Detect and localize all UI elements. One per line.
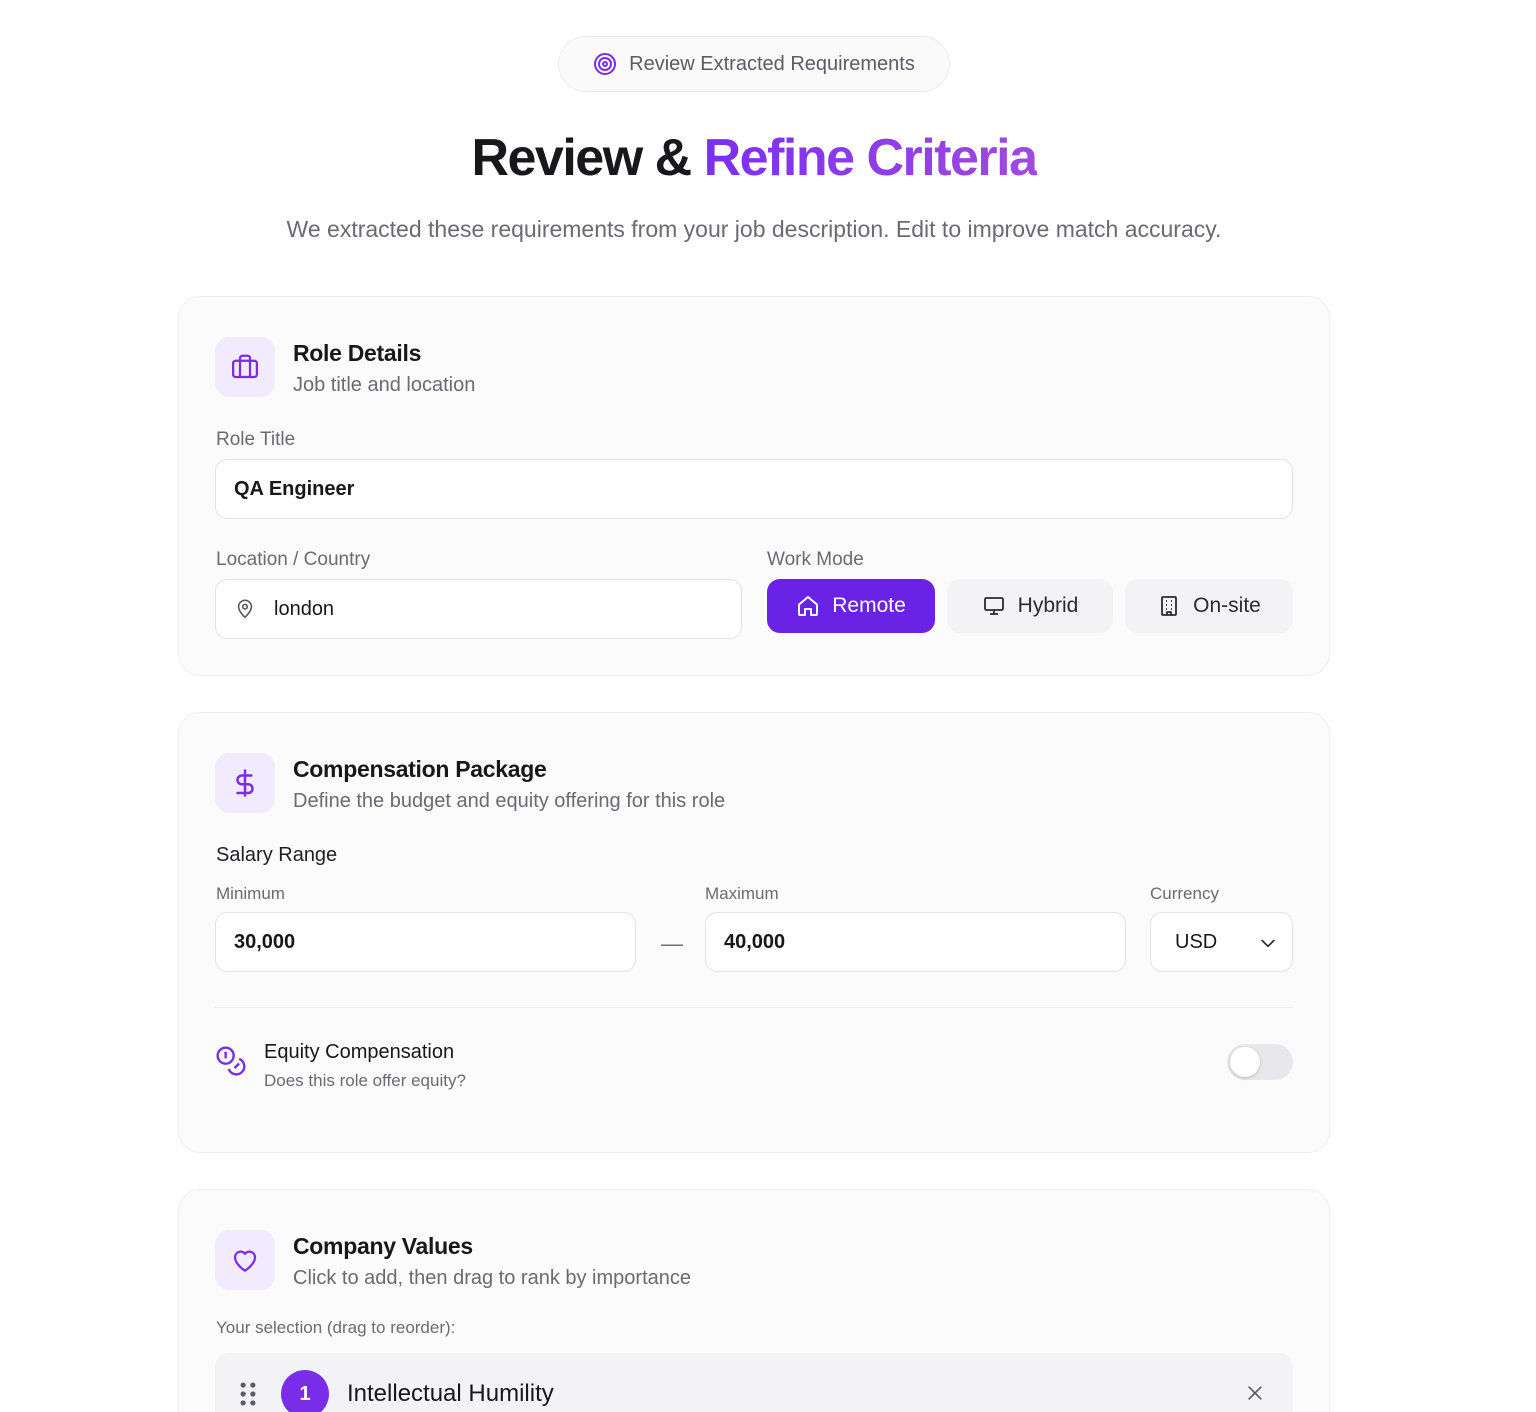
- page-title-accent: Refine Criteria: [703, 129, 1038, 187]
- page-subtitle: We extracted these requirements from you…: [286, 216, 1222, 242]
- review-badge: Review Extracted Requirements: [558, 36, 950, 92]
- briefcase-icon: [215, 337, 275, 397]
- location-value: london: [274, 597, 335, 620]
- target-icon: [594, 53, 617, 75]
- work-mode-remote-label: Remote: [832, 594, 906, 617]
- company-values-title: Company Values: [293, 1233, 473, 1259]
- salary-range-label: Salary Range: [216, 844, 338, 866]
- salary-minimum-value: 30,000: [234, 930, 296, 953]
- coins-icon: [216, 1046, 246, 1076]
- location-label: Location / Country: [216, 549, 371, 570]
- compensation-divider: [215, 1007, 1293, 1008]
- equity-toggle-knob: [1230, 1047, 1260, 1077]
- work-mode-hybrid-label: Hybrid: [1017, 594, 1079, 617]
- role-title-label: Role Title: [216, 429, 296, 450]
- minimum-label: Minimum: [216, 884, 285, 903]
- role-title-input[interactable]: QA Engineer: [215, 459, 1293, 519]
- salary-maximum-input[interactable]: 40,000: [705, 912, 1126, 972]
- role-details-title: Role Details: [293, 340, 422, 366]
- company-values-subtitle: Click to add, then drag to rank by impor…: [293, 1267, 691, 1289]
- currency-value: USD: [1175, 930, 1218, 953]
- selected-value-item[interactable]: 1 Intellectual Humility: [215, 1353, 1293, 1412]
- currency-select[interactable]: USD: [1150, 912, 1293, 972]
- salary-maximum-value: 40,000: [724, 930, 786, 953]
- work-mode-hybrid-button[interactable]: Hybrid: [947, 579, 1113, 633]
- selection-label: Your selection (drag to reorder):: [216, 1318, 456, 1337]
- page-title-part1: Review &: [471, 129, 704, 187]
- location-input[interactable]: london: [215, 579, 742, 639]
- building-icon: [1161, 596, 1178, 616]
- work-mode-label: Work Mode: [767, 549, 864, 570]
- role-details-card: Role Details Job title and location Role…: [178, 296, 1330, 676]
- compensation-card: Compensation Package Define the budget a…: [178, 712, 1330, 1153]
- equity-title: Equity Compensation: [264, 1041, 455, 1063]
- work-mode-onsite-label: On-site: [1193, 594, 1261, 617]
- salary-minimum-input[interactable]: 30,000: [215, 912, 636, 972]
- rank-number: 1: [281, 1370, 329, 1412]
- company-values-card: Company Values Click to add, then drag t…: [178, 1189, 1330, 1412]
- range-separator: —: [661, 931, 683, 956]
- role-title-value: QA Engineer: [234, 477, 355, 500]
- page-title: Review & Refine Criteria: [0, 128, 1508, 188]
- heart-icon: [215, 1230, 275, 1290]
- badge-label: Review Extracted Requirements: [629, 52, 915, 75]
- equity-subtitle: Does this role offer equity?: [264, 1071, 466, 1090]
- role-details-subtitle: Job title and location: [293, 374, 476, 396]
- close-icon[interactable]: [1245, 1383, 1265, 1403]
- monitor-icon: [983, 597, 1004, 615]
- chevron-down-icon: [1261, 939, 1275, 948]
- currency-label: Currency: [1150, 884, 1219, 903]
- work-mode-onsite-button[interactable]: On-site: [1125, 579, 1293, 633]
- equity-toggle[interactable]: [1227, 1044, 1293, 1080]
- drag-handle-icon[interactable]: [237, 1381, 259, 1407]
- home-icon: [798, 596, 819, 616]
- selected-value-label: Intellectual Humility: [347, 1380, 554, 1407]
- dollar-icon: [215, 753, 275, 813]
- work-mode-remote-button[interactable]: Remote: [767, 579, 935, 633]
- maximum-label: Maximum: [705, 884, 779, 903]
- compensation-title: Compensation Package: [293, 756, 547, 782]
- map-pin-icon: [237, 599, 253, 619]
- compensation-subtitle: Define the budget and equity offering fo…: [293, 790, 726, 812]
